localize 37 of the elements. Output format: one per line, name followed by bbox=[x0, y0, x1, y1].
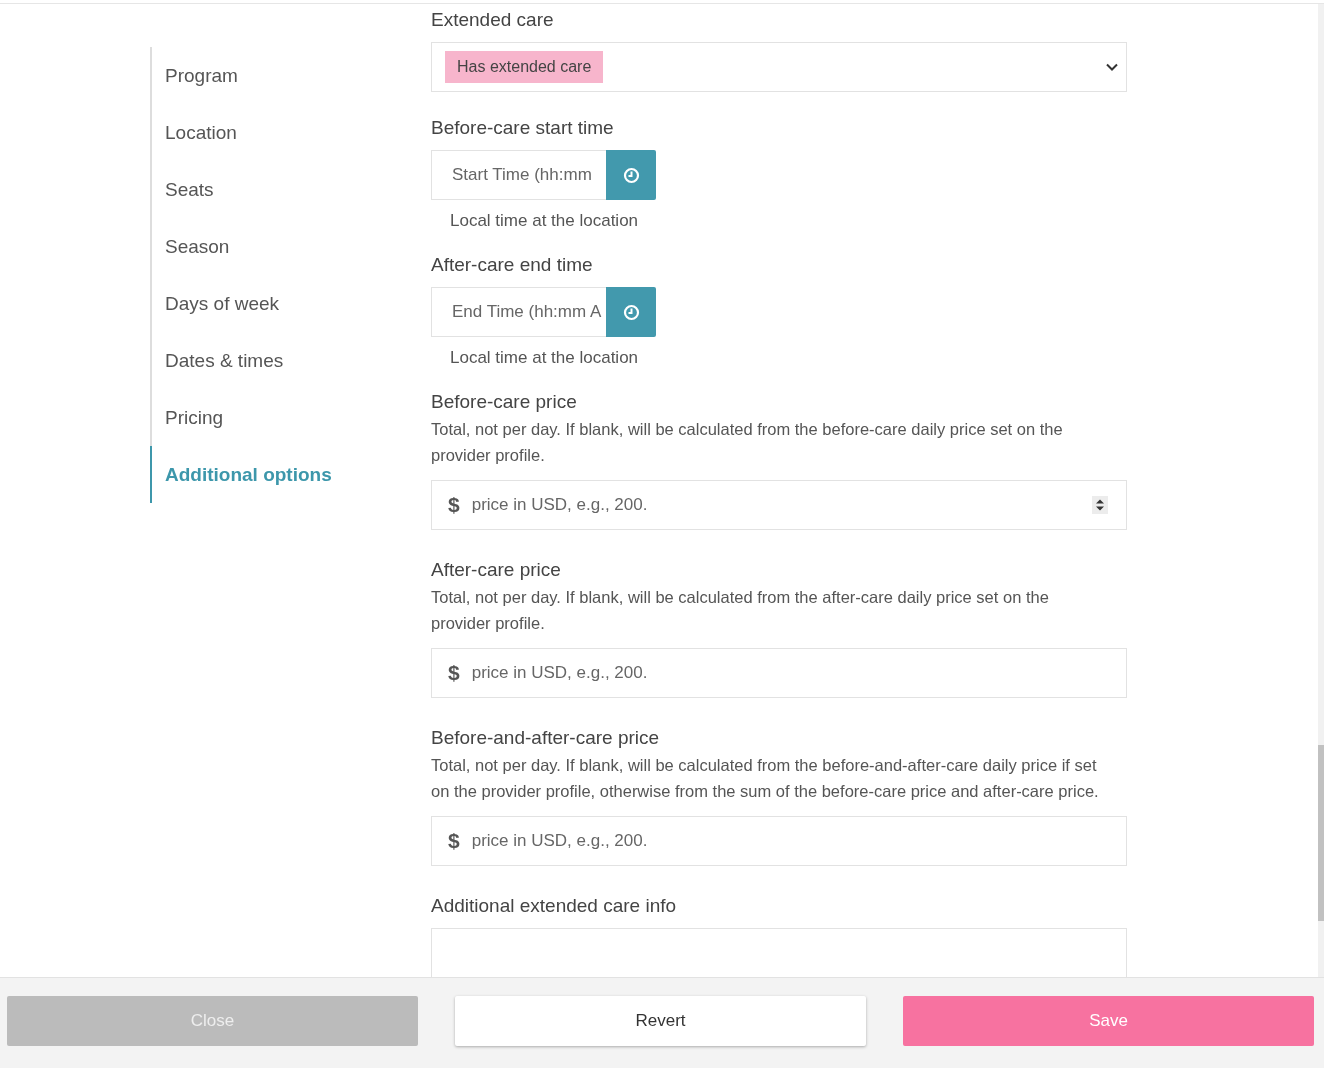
spinner-icon[interactable] bbox=[1092, 496, 1108, 514]
price-field[interactable]: $ price in USD, e.g., 200. bbox=[431, 816, 1127, 866]
chevron-down-icon bbox=[1106, 63, 1118, 71]
field-label: Before-care start time bbox=[431, 116, 615, 140]
sidebar-item[interactable]: Days of week bbox=[152, 275, 412, 332]
sidebar-item[interactable]: Seats bbox=[152, 161, 412, 218]
hint-text: Local time at the location bbox=[449, 210, 640, 231]
dollar-sign: $ bbox=[448, 493, 460, 517]
extended-care-select[interactable]: Has extended care bbox=[431, 42, 1127, 92]
sidebar-item[interactable]: Dates & times bbox=[152, 332, 412, 389]
sidebar-item[interactable]: Program bbox=[152, 47, 412, 104]
clock-icon bbox=[622, 303, 640, 321]
clock-button[interactable] bbox=[606, 287, 656, 337]
hint-text: Local time at the location bbox=[449, 347, 640, 368]
clock-button[interactable] bbox=[606, 150, 656, 200]
selected-tag: Has extended care bbox=[445, 51, 604, 83]
help-text: Total, not per day. If blank, will be calculated from the before-care daily price set on the provider profile. bbox=[431, 419, 1064, 466]
time-input[interactable]: Start Time (hh:mm bbox=[431, 150, 606, 200]
scrollbar[interactable] bbox=[1318, 4, 1324, 977]
price-field[interactable]: $ price in USD, e.g., 200. bbox=[431, 480, 1127, 530]
field-label: After-care end time bbox=[431, 253, 594, 277]
clock-icon bbox=[622, 166, 640, 184]
sidebar-item[interactable]: Location bbox=[152, 104, 412, 161]
dollar-sign: $ bbox=[448, 661, 460, 685]
help-text: Total, not per day. If blank, will be calculated from the after-care daily price set on the provider profile. bbox=[431, 587, 1050, 634]
help-text: Total, not per day. If blank, will be calculated from the before-and-after-care daily price if set on the provider profile, otherwise from the sum of the before-care price and after-care price. bbox=[431, 755, 1100, 802]
sidebar-item[interactable]: Pricing bbox=[152, 389, 412, 446]
revert-button[interactable]: Revert bbox=[455, 996, 866, 1046]
price-field[interactable]: $ price in USD, e.g., 200. bbox=[431, 648, 1127, 698]
field-label: Extended care bbox=[431, 8, 555, 32]
field-label: Before-care price bbox=[431, 390, 578, 414]
dollar-sign: $ bbox=[448, 829, 460, 853]
field-label: After-care price bbox=[431, 558, 562, 582]
field-label: Additional extended care info bbox=[431, 894, 678, 918]
field-label: Before-and-after-care price bbox=[431, 726, 661, 750]
time-input[interactable]: End Time (hh:mm A bbox=[431, 287, 606, 337]
sidebar-item[interactable]: Season bbox=[152, 218, 412, 275]
